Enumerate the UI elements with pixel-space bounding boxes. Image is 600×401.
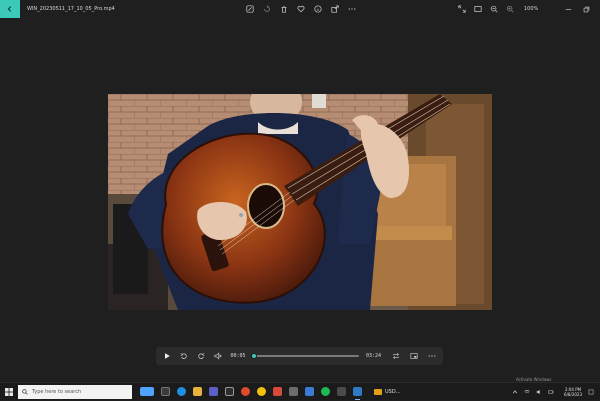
repeat-button[interactable] [391,351,401,361]
back-button[interactable] [0,0,20,18]
video-still-image [108,94,492,310]
file-name: WIN_20230511_17_10_05_Pro.mp4 [27,6,115,12]
system-tray: 2:04 PM 6/8/2023 [512,387,594,397]
more-icon [348,8,356,10]
total-time: 03:24 [365,353,382,359]
skip-forward-icon [198,352,205,359]
spotify-icon[interactable] [321,387,330,396]
store-icon[interactable] [209,387,218,396]
repeat-icon [393,352,399,360]
camera-icon[interactable] [289,387,298,396]
media-controls: 00:05 03:24 [156,347,443,365]
skip-back-icon [180,352,187,359]
rotate-button[interactable] [263,5,271,13]
maximize-button[interactable] [582,5,590,13]
edit-icon [246,5,254,13]
battery-icon[interactable] [548,389,554,395]
volume-icon[interactable] [536,389,542,395]
skip-forward-button[interactable] [196,351,205,361]
app-icon[interactable] [225,387,234,396]
minimize-icon [565,8,571,10]
more-icon [428,355,436,357]
weather-widget-icon[interactable] [140,387,154,396]
windows-logo-icon [5,387,13,396]
window-controls [564,0,600,18]
start-button[interactable] [0,383,18,401]
fullscreen-button[interactable] [458,5,466,13]
taskbar-search-box[interactable] [18,384,132,399]
info-icon [314,5,322,13]
minimize-button[interactable] [564,5,572,13]
skip-back-button[interactable] [179,351,188,361]
seek-bar[interactable] [251,353,359,359]
network-icon[interactable] [524,389,530,395]
photos-app-icon[interactable] [353,387,362,400]
play-button[interactable] [162,351,171,361]
edge-icon[interactable] [177,387,186,396]
fit-screen-icon [474,6,482,12]
rotate-icon [264,5,270,12]
info-button[interactable] [314,5,322,13]
right-toolbar: 100% [458,0,538,18]
chrome-profile-icon[interactable] [257,387,266,396]
edit-button[interactable] [246,5,254,13]
volume-button[interactable] [213,351,222,361]
media-controls-right [391,351,437,361]
fit-button[interactable] [474,5,482,13]
share-button[interactable] [331,5,339,13]
more-media-options-button[interactable] [427,351,437,361]
chevron-up-icon[interactable] [512,389,518,395]
search-input[interactable] [32,388,120,395]
task-view-icon[interactable] [161,387,170,396]
delete-button[interactable] [280,5,288,13]
app-icon-3[interactable] [337,387,346,396]
share-icon [331,5,339,13]
seek-thumb[interactable] [251,353,258,359]
arrow-left-icon [7,6,12,12]
pinned-apps [140,387,362,400]
current-time: 00:05 [230,353,246,359]
restore-icon [583,6,589,12]
clock-date: 6/8/2023 [564,391,582,397]
zoom-in-icon [506,5,514,13]
stock-label: USD... [385,388,401,395]
notifications-icon[interactable] [588,389,594,395]
zoom-level: 100% [524,6,539,12]
stock-widget[interactable]: USD... [374,388,401,395]
video-frame[interactable] [108,94,492,310]
mini-view-icon [410,353,418,359]
stock-icon [374,388,382,395]
chrome-icon[interactable] [241,387,250,396]
title-bar: WIN_20230511_17_10_05_Pro.mp4 100% [0,0,600,18]
office-icon[interactable] [273,387,282,396]
heart-icon [297,5,305,13]
volume-icon [214,352,222,360]
mini-view-button[interactable] [409,351,419,361]
trash-icon [281,5,287,13]
taskbar: USD... 2:04 PM 6/8/2023 [0,382,600,400]
app-icon-2[interactable] [305,387,314,396]
expand-icon [458,5,466,13]
zoom-out-button[interactable] [490,5,498,13]
search-icon [22,388,28,395]
file-explorer-icon[interactable] [193,387,202,396]
play-icon [164,353,170,359]
more-options-button[interactable] [348,5,356,13]
center-toolbar [246,0,356,18]
favorite-button[interactable] [297,5,305,13]
zoom-in-button[interactable] [506,5,514,13]
clock[interactable]: 2:04 PM 6/8/2023 [564,387,582,397]
photos-app-window: WIN_20230511_17_10_05_Pro.mp4 100% 00:05… [0,0,600,382]
zoom-out-icon [490,5,498,13]
